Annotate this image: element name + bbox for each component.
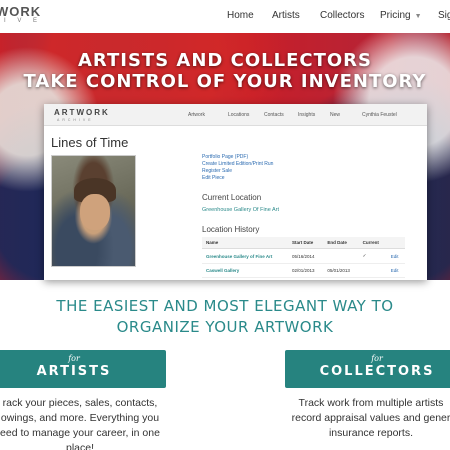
- chevron-down-icon: ▼: [414, 13, 422, 20]
- table-row: Caswell Gallery 02/01/2013 05/01/2013 Ed…: [202, 263, 405, 278]
- hero-title-line1: ARTISTS AND COLLECTORS: [78, 50, 372, 71]
- app-nav-artwork: Artwork: [188, 112, 205, 118]
- artwork-image: [51, 155, 136, 267]
- site-logo[interactable]: WORK I V E: [0, 4, 60, 30]
- col-name: Name: [202, 237, 289, 249]
- col-start-date: Start Date: [288, 237, 324, 249]
- row-name: Greenhouse Gallery of Fine Art: [202, 248, 289, 264]
- for-artists-label: ARTISTS: [36, 364, 112, 379]
- current-location-value: Greenhouse Gallery Of Fine Art: [202, 207, 280, 213]
- nav-pricing-dropdown[interactable]: Pricing ▼: [380, 10, 422, 21]
- table-header-row: Name Start Date End Date Current: [202, 237, 405, 249]
- for-artists-prefix: for: [68, 354, 80, 363]
- tagline-line1: THE EASIEST AND MOST ELEGANT WAY TO: [56, 297, 394, 315]
- row-current-check: ✓: [358, 248, 387, 264]
- piece-actions: Portfolio Page (PDF) Create Limited Edit…: [202, 154, 273, 182]
- app-preview: ARTWORK ARCHIVE Artwork Locations Contac…: [44, 104, 427, 280]
- app-nav-user: Cynthia Feustel: [362, 112, 397, 118]
- row-current-check: [358, 263, 387, 278]
- artists-text-line2: owings, and more. Everything you: [0, 412, 160, 424]
- row-edit-link: Edit: [386, 248, 405, 264]
- col-end-date: End Date: [323, 237, 359, 249]
- app-nav-locations: Locations: [228, 112, 250, 118]
- nav-pricing-label: Pricing: [380, 10, 411, 21]
- nav-artists-link[interactable]: Artists: [272, 10, 300, 21]
- nav-home-link[interactable]: Home: [227, 10, 254, 21]
- artists-text-line4: place!: [65, 442, 95, 450]
- collectors-text-line3: insurance reports.: [328, 427, 414, 439]
- table-row: Greenhouse Gallery of Fine Art 05/16/201…: [202, 248, 405, 264]
- for-collectors-button[interactable]: for COLLECTORS: [285, 350, 450, 388]
- tagline-line2: ORGANIZE YOUR ARTWORK: [116, 318, 334, 336]
- tagline: THE EASIEST AND MOST ELEGANT WAY TO ORGA…: [0, 296, 450, 338]
- collectors-description: Track work from multiple artists record …: [276, 396, 450, 441]
- app-nav-new: New: [330, 112, 341, 118]
- row-end: 05/01/2013: [323, 263, 359, 278]
- app-logo: ARTWORK: [54, 108, 110, 117]
- row-edit-link: Edit: [386, 263, 405, 278]
- top-nav: WORK I V E Home Artists Collectors Prici…: [0, 0, 450, 33]
- logo-text: WORK: [0, 4, 42, 19]
- col-current: Current: [358, 237, 387, 249]
- collectors-text-line2: record appraisal values and gener: [291, 412, 450, 424]
- artists-description: rack your pieces, sales, contacts, owing…: [0, 396, 168, 450]
- row-start: 02/01/2013: [288, 263, 324, 278]
- portfolio-pdf-link: Portfolio Page (PDF): [202, 154, 249, 160]
- app-nav-contacts: Contacts: [264, 112, 284, 118]
- location-history-title: Location History: [202, 225, 260, 234]
- limited-edition-link: Create Limited Edition/Print Run: [202, 161, 274, 167]
- location-history-table: Name Start Date End Date Current Greenho…: [202, 237, 405, 278]
- for-artists-button[interactable]: for ARTISTS: [0, 350, 166, 388]
- piece-title: Lines of Time: [51, 135, 129, 150]
- row-start: 05/16/2014: [288, 248, 324, 264]
- for-collectors-label: COLLECTORS: [319, 364, 435, 379]
- hero-title-line2: TAKE CONTROL OF YOUR INVENTORY: [23, 71, 427, 92]
- nav-collectors-link[interactable]: Collectors: [320, 10, 364, 21]
- nav-signin-link[interactable]: Sig: [438, 10, 450, 21]
- app-nav-insights: Insights: [298, 112, 316, 118]
- app-logo-sub: ARCHIVE: [57, 118, 94, 122]
- row-name: Caswell Gallery: [202, 263, 289, 278]
- edit-piece-link: Edit Piece: [202, 175, 225, 181]
- painting-face: [80, 194, 110, 230]
- col-action: [386, 237, 405, 249]
- app-nav-bar: ARTWORK ARCHIVE Artwork Locations Contac…: [44, 104, 427, 126]
- row-end: [323, 248, 359, 264]
- for-collectors-prefix: for: [371, 354, 383, 363]
- logo-subtext: I V E: [4, 18, 43, 24]
- current-location-title: Current Location: [202, 193, 262, 202]
- register-sale-link: Register Sale: [202, 168, 233, 174]
- artists-text-line1: rack your pieces, sales, contacts,: [2, 397, 158, 409]
- artists-text-line3: eed to manage your career, in one: [0, 427, 160, 439]
- collectors-text-line1: Track work from multiple artists: [298, 397, 444, 409]
